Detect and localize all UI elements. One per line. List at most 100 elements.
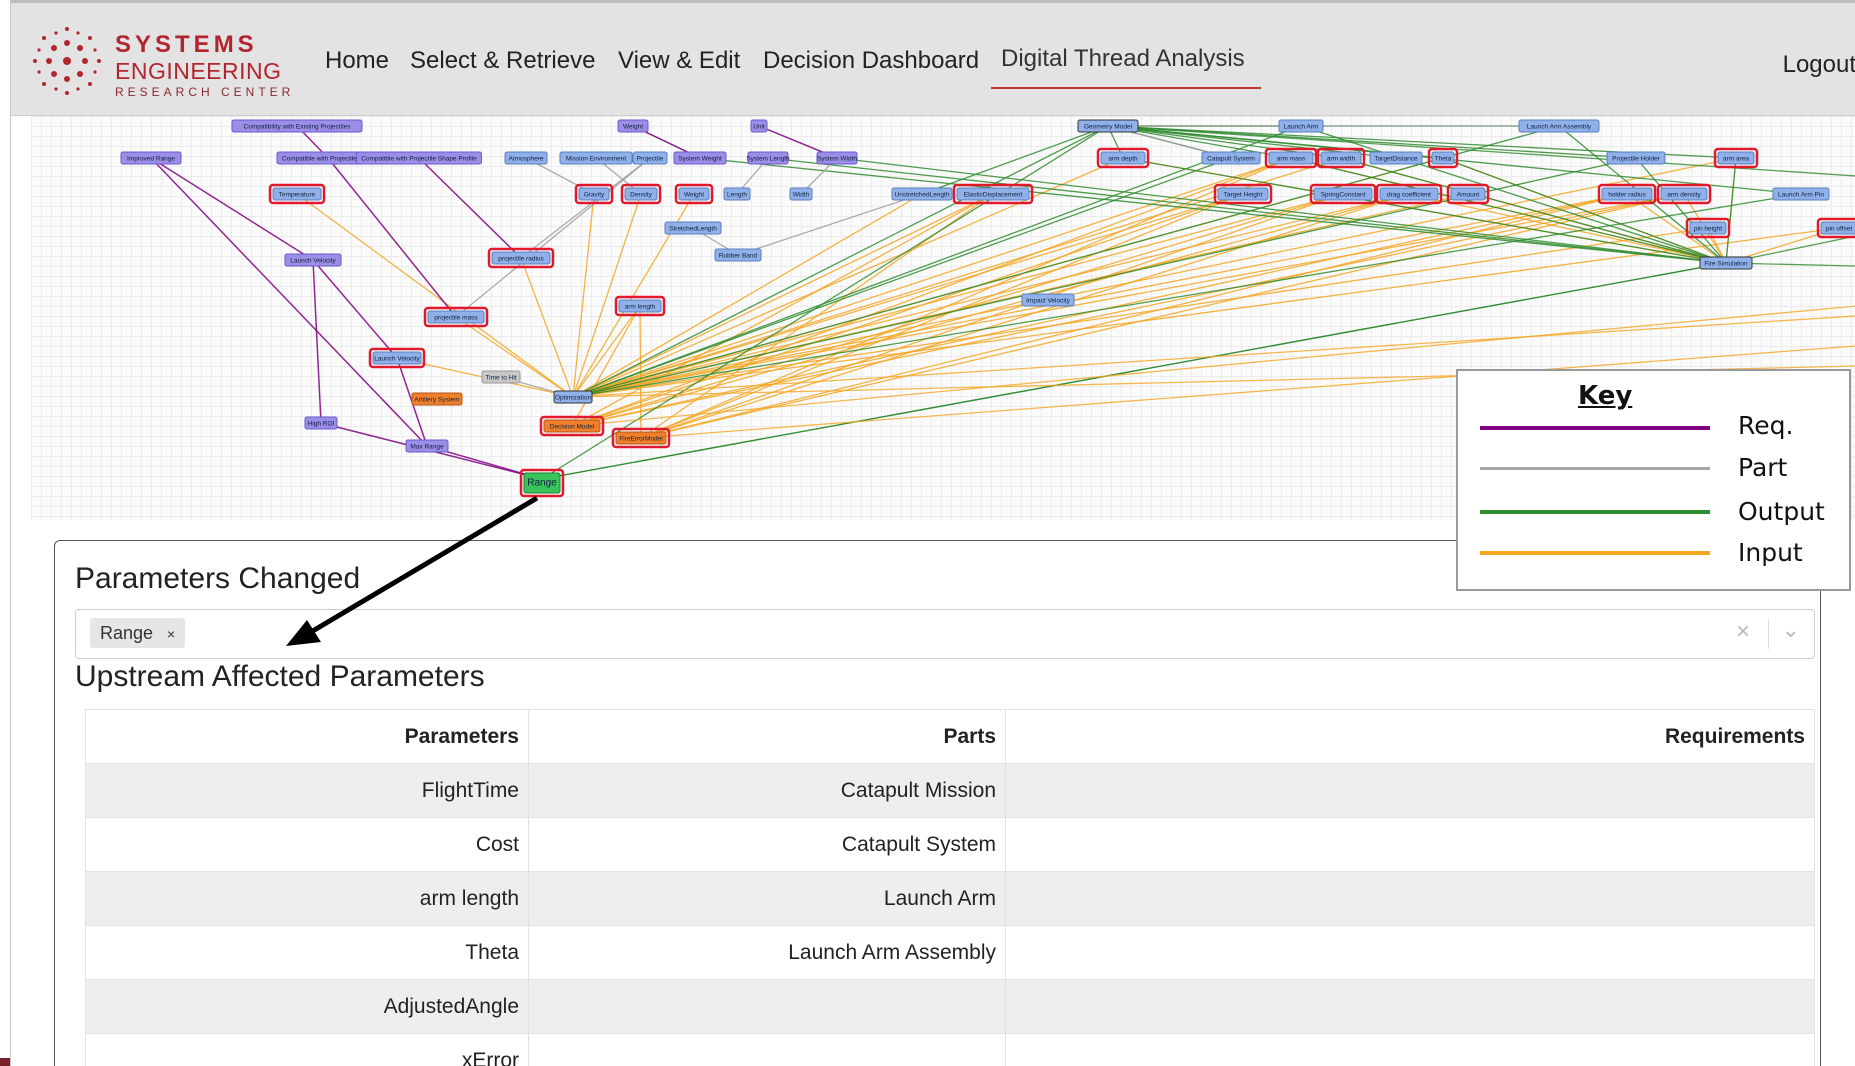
graph-node[interactable]: projectile radius [487,247,555,269]
graph-node[interactable]: Weight [674,183,714,205]
graph-node[interactable]: Fire Simulation [1699,256,1753,270]
node-label: Geometry Model [1084,124,1133,131]
graph-node[interactable]: holder radius [1597,183,1657,205]
graph-node[interactable]: High ROI [304,416,338,430]
graph-node[interactable]: Gravity [574,183,614,205]
graph-node[interactable]: Launch Velocity [284,253,342,267]
graph-node[interactable]: UnstretchedLength [891,187,953,201]
logout-link[interactable]: Logout [1783,51,1855,79]
graph-node[interactable]: Width [789,187,813,201]
cell-part: Catapult System [528,817,1006,872]
graph-node[interactable]: Launch Arm Pin [1772,187,1830,201]
graph-node[interactable]: Projectile Holder [1606,151,1666,165]
parameters-changed-heading: Parameters Changed [75,562,361,595]
graph-node[interactable]: Density [620,183,662,205]
node-label: Weight [623,124,643,131]
select-separator [1768,619,1769,649]
graph-node[interactable]: Range [519,468,565,498]
node-label: pin offset [1826,226,1852,233]
graph-node[interactable]: Compatible with Projectile Shape Profile [356,151,482,165]
serc-logo[interactable]: SYSTEMS ENGINEERING RESEARCH CENTER [25,21,295,101]
node-label: Fire Simulation [1704,261,1748,268]
cell-parameter: AdjustedAngle [85,979,529,1034]
graph-node[interactable]: arm density [1656,183,1712,205]
node-label: Time to Hit [485,375,516,382]
cell-requirement [1005,979,1815,1034]
column-header-requirements[interactable]: Requirements [1005,709,1815,764]
node-label: Weight [684,192,704,199]
graph-node[interactable]: arm mass [1264,147,1318,169]
graph-node[interactable]: Unit [750,119,768,133]
graph-node[interactable]: Geometry Model [1077,119,1139,133]
graph-node[interactable]: pin offset [1816,217,1855,239]
parameters-changed-select[interactable]: Range × × ⌄ [75,609,1815,659]
node-label: Launch Arm Assembly [1527,124,1592,131]
graph-node[interactable]: Time to Hit [481,370,521,384]
graph-node[interactable]: Impact Velocity [1021,293,1075,307]
node-label: Rubber Band [719,253,758,260]
graph-node[interactable]: Artillery System [411,392,463,406]
node-label: arm length [625,304,656,311]
graph-node[interactable]: Length [723,187,751,201]
graph-node[interactable]: Improved Range [120,151,182,165]
node-label: System Weight [678,156,722,163]
graph-node[interactable]: drag coefficient [1375,183,1443,205]
graph-node[interactable]: Catapult System [1201,151,1261,165]
node-label: Compatible with Projectile Shape Profile [361,156,477,163]
cell-requirement [1005,925,1815,980]
graph-node[interactable]: Weight [617,119,649,133]
cell-part: Catapult Mission [528,763,1006,818]
graph-edge [150,157,314,261]
graph-node[interactable]: Launch Arm Assembly [1518,119,1600,133]
clear-selection-icon[interactable]: × [1736,618,1750,646]
column-header-parameters[interactable]: Parameters [85,709,529,764]
nav-view-edit[interactable]: View & Edit [618,47,740,75]
node-label: Launch Velocity [290,258,336,265]
nav-home[interactable]: Home [325,47,389,75]
nav-decision-dashboard[interactable]: Decision Dashboard [763,47,979,75]
graph-node[interactable]: FireErrorModel [611,427,671,449]
graph-node[interactable]: Optimization [553,390,593,404]
graph-node[interactable]: Launch Arm [1278,119,1324,133]
graph-node[interactable]: Compatibility with Existing Projectiles [231,119,363,133]
graph-node[interactable]: Launch Velocity [368,347,426,369]
node-label: Atmosphere [508,156,543,163]
nav-select-retrieve[interactable]: Select & Retrieve [410,47,595,75]
graph-node[interactable]: arm length [614,295,666,317]
graph-node[interactable]: Decision Model [539,415,605,437]
graph-edge [1107,125,1855,177]
selected-parameter-chip[interactable]: Range × [90,618,186,648]
graph-node[interactable]: projectile mass [423,306,489,328]
graph-node[interactable]: Rubber Band [714,248,762,262]
node-label: StretchedLength [669,226,717,233]
column-header-parts[interactable]: Parts [528,709,1006,764]
graph-node[interactable]: Temperature [268,183,326,205]
graph-node[interactable]: Target Height [1213,183,1273,205]
graph-node[interactable]: arm width [1316,147,1366,169]
chevron-down-icon[interactable]: ⌄ [1782,617,1800,643]
graph-node[interactable]: TargetDistance [1369,151,1423,165]
node-label: ElasticDisplacement [964,192,1023,199]
node-label: Length [727,192,747,199]
node-label: Amount [1457,192,1480,199]
cell-part: Launch Arm [528,871,1006,926]
nav-digital-thread-analysis[interactable]: Digital Thread Analysis [1001,45,1245,73]
graph-node[interactable]: Mission Environment [559,151,633,165]
graph-node[interactable]: System Length [746,151,790,165]
graph-node[interactable]: System Width [816,151,858,165]
graph-node[interactable]: ElasticDisplacement [952,183,1034,205]
graph-node[interactable]: StretchedLength [664,221,722,235]
node-label: Launch Arm [1284,124,1319,131]
cell-part: Launch Arm Assembly [528,925,1006,980]
graph-node[interactable]: arm depth [1096,147,1150,169]
graph-node[interactable]: SpringConstant [1309,183,1377,205]
graph-node[interactable]: Atmosphere [504,151,548,165]
graph-node[interactable]: Theta [1427,147,1459,169]
graph-node[interactable]: Projectile [632,151,668,165]
graph-node[interactable]: Max Range [405,439,449,453]
graph-node[interactable]: arm area [1713,147,1759,169]
graph-node[interactable]: System Weight [673,151,727,165]
chip-remove-icon[interactable]: × [167,626,175,642]
graph-node[interactable]: pin height [1685,217,1731,239]
graph-node[interactable]: Amount [1446,183,1490,205]
